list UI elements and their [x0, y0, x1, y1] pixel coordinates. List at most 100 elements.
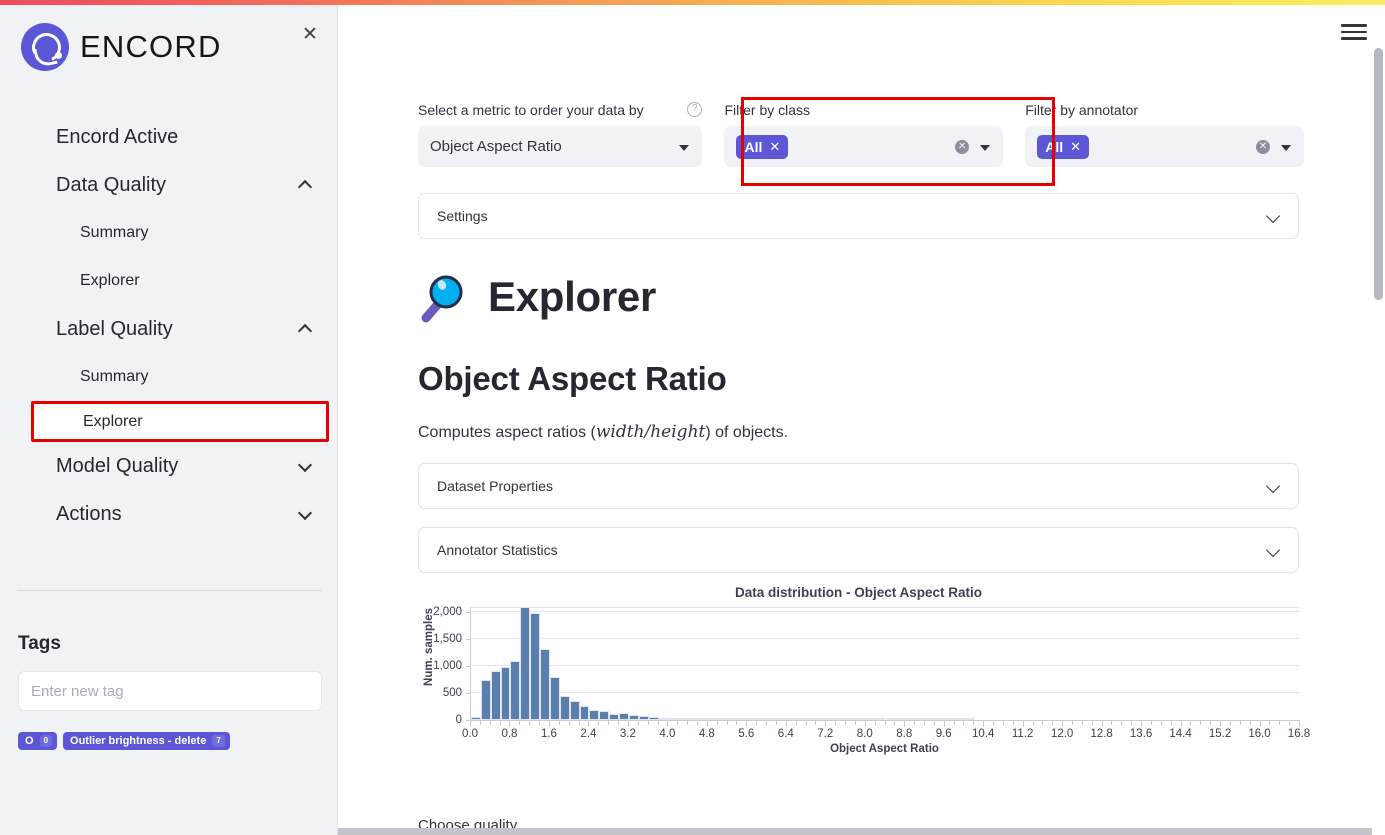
dataset-properties-accordion[interactable]: Dataset Properties	[418, 463, 1299, 509]
chart-x-tick	[963, 720, 965, 725]
chart-x-tick-label: 12.0	[1050, 728, 1074, 740]
sidebar-item-label: Encord Active	[56, 125, 179, 148]
chart-x-tick-label: 7.2	[817, 728, 834, 740]
chart-x-tick-label: 14.4	[1169, 728, 1192, 740]
sidebar-item-label: Data Quality	[56, 173, 167, 196]
chart-x-tick	[598, 720, 600, 725]
chart-y-tick-label: 1,000	[433, 660, 462, 673]
sidebar-item-data-quality-explorer[interactable]: Explorer	[0, 257, 337, 305]
chevron-down-icon	[679, 144, 690, 151]
chart-bar	[619, 713, 629, 720]
chart-x-tick	[775, 720, 777, 725]
clear-circle-icon[interactable]: ✕	[1255, 139, 1270, 154]
chart-x-tick	[835, 720, 837, 725]
class-filter-chip[interactable]: All ✕	[736, 134, 789, 159]
annotator-filter-chip[interactable]: All ✕	[1037, 134, 1090, 159]
horizontal-scrollbar-thumb[interactable]	[338, 828, 1372, 835]
vertical-scrollbar[interactable]	[1372, 5, 1385, 835]
new-tag-input[interactable]	[18, 671, 322, 711]
chart-x-tick-label: 10.4	[971, 728, 995, 740]
chart-x-tick-label: 2.4	[580, 728, 597, 740]
settings-accordion[interactable]: Settings	[418, 193, 1299, 239]
chart-x-tick-label: 5.6	[738, 728, 755, 740]
tag-pill[interactable]: Outlier brightness - delete 7	[63, 732, 230, 751]
close-icon[interactable]: ✕	[297, 21, 323, 47]
class-filter-select[interactable]: All ✕ ✕	[724, 126, 1004, 167]
sidebar-item-data-quality[interactable]: Data Quality	[0, 161, 337, 209]
chart-x-tick	[489, 720, 491, 725]
chart-x-tick	[1229, 720, 1231, 725]
sidebar-item-model-quality[interactable]: Model Quality	[0, 442, 337, 490]
chart-x-tick	[1279, 720, 1281, 725]
chart-x-tick	[637, 720, 639, 725]
clear-circle-icon[interactable]: ✕	[955, 139, 970, 154]
sidebar-item-label: Explorer	[83, 412, 143, 430]
annotator-statistics-accordion[interactable]: Annotator Statistics	[418, 527, 1299, 573]
chart-x-tick	[1072, 720, 1073, 725]
close-icon[interactable]: ✕	[769, 140, 780, 153]
chart-x-tick	[854, 720, 856, 725]
chart-x-tick	[1190, 720, 1192, 725]
chart-x-tick	[667, 720, 669, 727]
sidebar-item-actions[interactable]: Actions	[0, 490, 337, 538]
chevron-up-icon	[299, 323, 312, 336]
chart-x-tick	[1131, 720, 1133, 725]
chart-x-tick-label: 13.6	[1129, 728, 1153, 740]
chart-x-tick	[558, 720, 560, 725]
chart-x-tick-label: 4.0	[659, 728, 676, 740]
chart-x-tick	[479, 720, 481, 725]
sidebar-item-label-quality-explorer[interactable]: Explorer	[31, 401, 329, 442]
chevron-down-icon	[1267, 544, 1280, 557]
chart-x-tick	[923, 720, 925, 725]
chevron-down-icon	[299, 508, 312, 521]
chart-bar	[480, 679, 491, 720]
chart-x-tick	[1170, 720, 1172, 725]
chart-x-tick	[1180, 720, 1182, 727]
chart-bar	[500, 667, 511, 720]
chart-x-tick	[470, 720, 471, 727]
annotator-statistics-label: Annotator Statistics	[437, 542, 558, 558]
help-circle-icon[interactable]: ?	[687, 102, 703, 117]
chart-x-tick	[1259, 720, 1261, 727]
chevron-down-icon	[1280, 144, 1291, 151]
sidebar-item-label-quality-summary[interactable]: Summary	[0, 353, 337, 401]
chart-x-tick-label: 16.8	[1287, 728, 1311, 740]
chart-x-tick	[647, 720, 649, 725]
main-content: Select a metric to order your data by ? …	[338, 5, 1385, 835]
tag-pill[interactable]: O 0	[18, 732, 58, 751]
chart-bar	[599, 711, 610, 720]
chart-bar	[579, 706, 590, 720]
chart-x-tick	[894, 720, 896, 725]
chart-bar	[490, 670, 501, 720]
annotator-filter-select[interactable]: All ✕ ✕	[1025, 126, 1304, 167]
chart-x-tick	[716, 720, 718, 725]
chart-x-axis: 0.0 0.8 1.6 2.4 3.2 4.0 4.8 5.6 6.4 7.2 8.0 8.8 9.6 1…	[462, 720, 1310, 740]
chart-x-tick	[864, 720, 866, 727]
chart-x-tick	[736, 720, 738, 725]
chart-x-tick-label: 8.0	[856, 728, 873, 740]
chart-bars	[471, 606, 1300, 720]
chart-x-tick-label: 6.4	[777, 728, 794, 740]
sidebar-item-label-quality[interactable]: Label Quality	[0, 305, 337, 353]
hamburger-line	[1341, 24, 1367, 27]
settings-accordion-label: Settings	[437, 208, 488, 224]
chart-x-tick	[568, 720, 570, 725]
sidebar-divider	[17, 590, 322, 591]
vertical-scrollbar-thumb[interactable]	[1374, 48, 1383, 300]
metric-select-value: Object Aspect Ratio	[430, 138, 562, 155]
sidebar-nav: Encord Active Data Quality Summary Explo…	[0, 113, 337, 538]
close-icon[interactable]: ✕	[1070, 140, 1081, 153]
annotator-filter-label-row: Filter by annotator	[1025, 100, 1304, 119]
chart-x-tick	[687, 720, 689, 725]
chart-x-tick	[1269, 720, 1271, 725]
metric-description-pre: Computes aspect ratios (	[418, 424, 596, 441]
metric-select[interactable]: Object Aspect Ratio	[418, 126, 703, 167]
data-distribution-chart: Data distribution - Object Aspect Ratio …	[418, 583, 1310, 775]
sidebar-item-label: Summary	[80, 224, 149, 241]
sidebar-item-encord-active[interactable]: Encord Active	[0, 113, 337, 161]
horizontal-scrollbar[interactable]	[338, 828, 1372, 835]
sidebar-item-data-quality-summary[interactable]: Summary	[0, 209, 337, 257]
hamburger-menu-icon[interactable]	[1341, 21, 1369, 43]
chart-x-tick-label: 0.0	[462, 728, 478, 740]
chart-x-tick	[677, 720, 679, 725]
